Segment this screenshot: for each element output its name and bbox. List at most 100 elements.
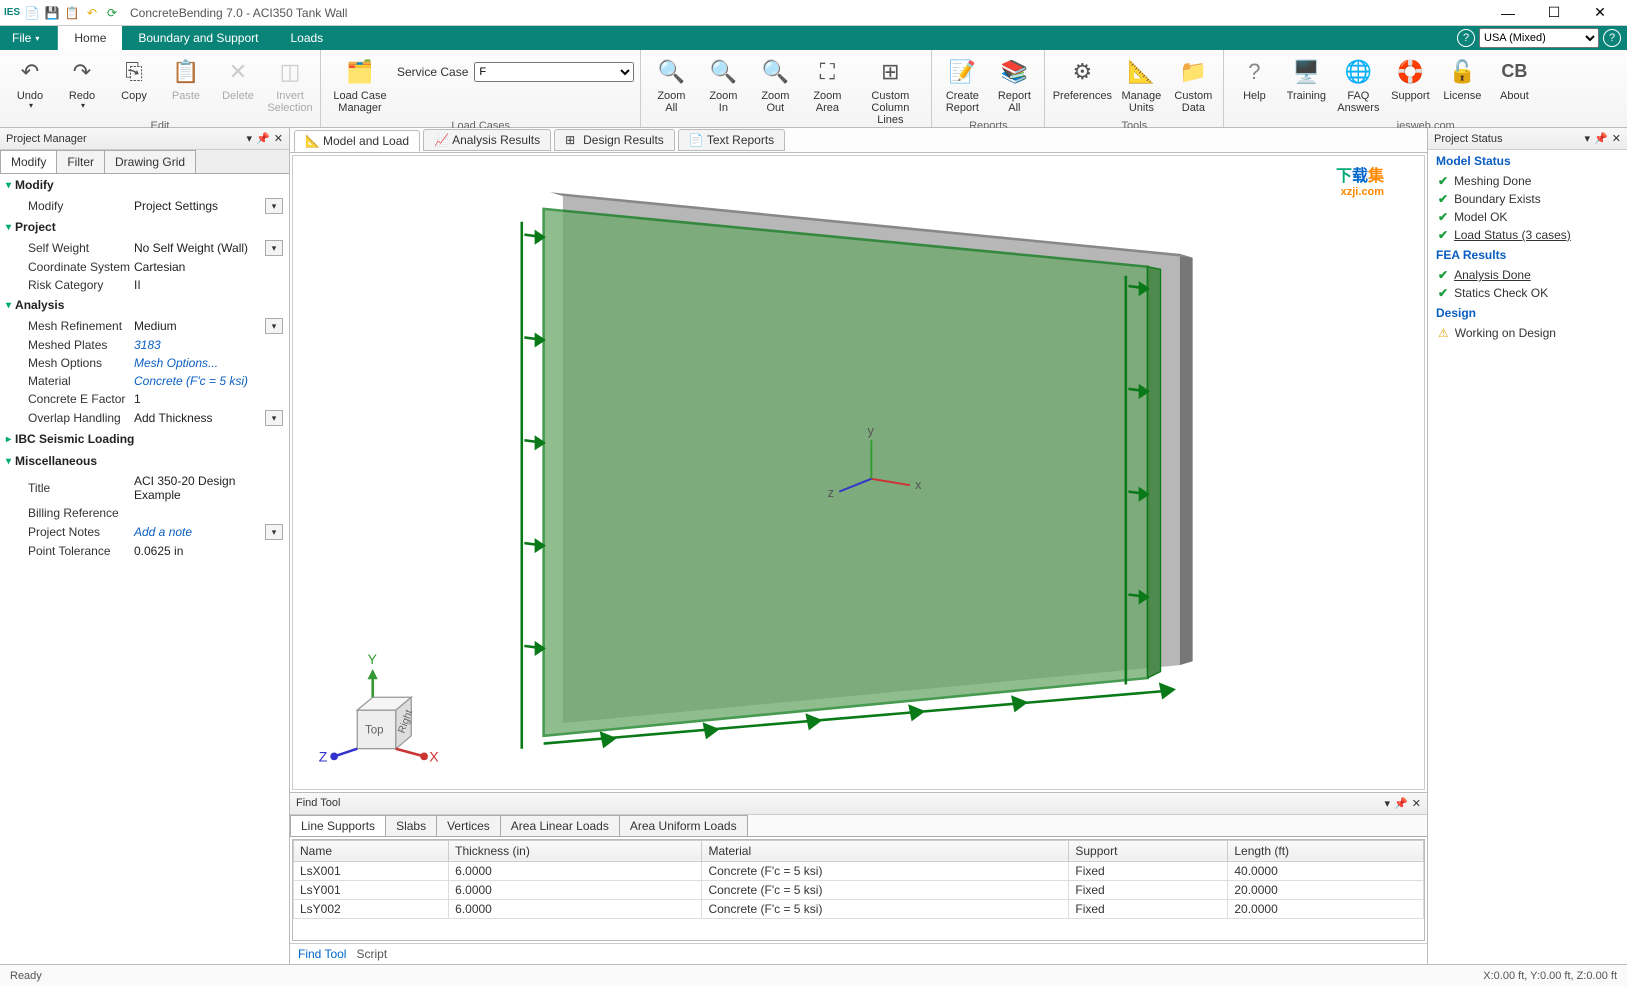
ps-close-icon[interactable]: ✕ bbox=[1612, 132, 1621, 145]
prop-value[interactable]: 1 bbox=[134, 392, 283, 406]
redo-button[interactable]: ↷Redo▾ bbox=[58, 52, 106, 115]
undo-button[interactable]: ↶Undo▾ bbox=[6, 52, 54, 115]
prop-row[interactable]: Meshed Plates3183 bbox=[0, 336, 289, 354]
prop-row[interactable]: TitleACI 350-20 Design Example bbox=[0, 472, 289, 504]
help-button[interactable]: ?Help bbox=[1230, 52, 1278, 106]
pm-tab-drawing-grid[interactable]: Drawing Grid bbox=[104, 150, 196, 173]
create-report-button[interactable]: 📝Create Report bbox=[938, 52, 986, 118]
zoom-out-button[interactable]: 🔍Zoom Out bbox=[751, 52, 799, 118]
prop-dropdown-button[interactable]: ▾ bbox=[265, 240, 283, 256]
panel-close-icon[interactable]: ✕ bbox=[274, 132, 283, 145]
status-item[interactable]: ✔Load Status (3 cases) bbox=[1428, 226, 1627, 244]
ft-tab-linear-loads[interactable]: Area Linear Loads bbox=[500, 815, 620, 836]
prop-row[interactable]: Risk CategoryII bbox=[0, 276, 289, 294]
units-select[interactable]: USA (Mixed) bbox=[1479, 28, 1599, 48]
prop-value[interactable]: 0.0625 in bbox=[134, 544, 283, 558]
prop-value[interactable]: Add Thickness bbox=[134, 411, 265, 425]
prop-dropdown-button[interactable]: ▾ bbox=[265, 198, 283, 214]
qat-new-icon[interactable]: 📄 bbox=[24, 5, 40, 21]
section-project[interactable]: Project bbox=[0, 216, 289, 238]
prop-row[interactable]: Mesh OptionsMesh Options... bbox=[0, 354, 289, 372]
view-tab-model[interactable]: 📐Model and Load bbox=[294, 130, 420, 152]
prop-row[interactable]: Mesh RefinementMedium▾ bbox=[0, 316, 289, 336]
ft-pin-icon[interactable]: 📌 bbox=[1394, 797, 1408, 810]
prop-value[interactable]: Mesh Options... bbox=[134, 356, 283, 370]
view-tab-text[interactable]: 📄Text Reports bbox=[678, 129, 785, 151]
manage-units-button[interactable]: 📐Manage Units bbox=[1117, 52, 1165, 118]
minimize-button[interactable]: — bbox=[1485, 1, 1531, 25]
section-misc[interactable]: Miscellaneous bbox=[0, 450, 289, 472]
tab-boundary[interactable]: Boundary and Support bbox=[122, 26, 274, 50]
ft-tab-line-supports[interactable]: Line Supports bbox=[290, 815, 386, 836]
table-row[interactable]: LsY0026.0000Concrete (F'c = 5 ksi)Fixed2… bbox=[294, 899, 1424, 918]
faq-button[interactable]: 🌐FAQ Answers bbox=[1334, 52, 1382, 118]
pm-tab-filter[interactable]: Filter bbox=[56, 150, 105, 173]
qat-report-icon[interactable]: 📋 bbox=[64, 5, 80, 21]
prop-row[interactable]: Point Tolerance0.0625 in bbox=[0, 542, 289, 560]
file-menu[interactable]: File bbox=[0, 26, 58, 50]
ps-pin-icon[interactable]: 📌 bbox=[1594, 132, 1608, 145]
table-row[interactable]: LsY0016.0000Concrete (F'c = 5 ksi)Fixed2… bbox=[294, 880, 1424, 899]
prop-row[interactable]: Concrete E Factor1 bbox=[0, 390, 289, 408]
ft-dropdown-icon[interactable]: ▾ bbox=[1385, 797, 1391, 810]
qat-redo-icon[interactable]: ⟳ bbox=[104, 5, 120, 21]
service-case-select[interactable]: F bbox=[474, 62, 634, 82]
table-header[interactable]: Support bbox=[1069, 840, 1228, 861]
tab-home[interactable]: Home bbox=[58, 26, 122, 50]
prop-value[interactable]: Concrete (F'c = 5 ksi) bbox=[134, 374, 283, 388]
prop-row[interactable]: ModifyProject Settings▾ bbox=[0, 196, 289, 216]
training-button[interactable]: 🖥️Training bbox=[1282, 52, 1330, 106]
custom-column-button[interactable]: ⊞Custom Column Lines bbox=[855, 52, 925, 130]
prop-row[interactable]: MaterialConcrete (F'c = 5 ksi) bbox=[0, 372, 289, 390]
prop-dropdown-button[interactable]: ▾ bbox=[265, 524, 283, 540]
prop-value[interactable]: Project Settings bbox=[134, 199, 265, 213]
table-header[interactable]: Thickness (in) bbox=[449, 840, 702, 861]
table-header[interactable]: Length (ft) bbox=[1228, 840, 1424, 861]
find-tool-grid[interactable]: NameThickness (in)MaterialSupportLength … bbox=[292, 839, 1425, 941]
bottom-tab-script[interactable]: Script bbox=[356, 947, 387, 961]
qat-undo-icon[interactable]: ↶ bbox=[84, 5, 100, 21]
3d-viewport[interactable]: 下载集xzji.com bbox=[292, 155, 1425, 790]
bottom-tab-find[interactable]: Find Tool bbox=[298, 947, 346, 961]
report-all-button[interactable]: 📚Report All bbox=[990, 52, 1038, 118]
prop-row[interactable]: Billing Reference bbox=[0, 504, 289, 522]
prop-dropdown-button[interactable]: ▾ bbox=[265, 318, 283, 334]
section-ibc[interactable]: IBC Seismic Loading bbox=[0, 428, 289, 450]
prop-row[interactable]: Coordinate SystemCartesian bbox=[0, 258, 289, 276]
prop-row[interactable]: Project NotesAdd a note▾ bbox=[0, 522, 289, 542]
prop-row[interactable]: Self WeightNo Self Weight (Wall)▾ bbox=[0, 238, 289, 258]
maximize-button[interactable]: ☐ bbox=[1531, 1, 1577, 25]
tab-loads[interactable]: Loads bbox=[274, 26, 339, 50]
view-tab-design[interactable]: ⊞Design Results bbox=[554, 129, 675, 151]
support-button[interactable]: 🛟Support bbox=[1386, 52, 1434, 106]
table-row[interactable]: LsX0016.0000Concrete (F'c = 5 ksi)Fixed4… bbox=[294, 861, 1424, 880]
ribbon-help-icon[interactable]: ? bbox=[1603, 29, 1621, 47]
ps-dropdown-icon[interactable]: ▾ bbox=[1585, 132, 1591, 145]
license-button[interactable]: 🔓License bbox=[1438, 52, 1486, 106]
help-icon[interactable]: ? bbox=[1457, 29, 1475, 47]
prop-dropdown-button[interactable]: ▾ bbox=[265, 410, 283, 426]
close-button[interactable]: ✕ bbox=[1577, 1, 1623, 25]
prop-value[interactable]: 3183 bbox=[134, 338, 283, 352]
panel-pin-icon[interactable]: 📌 bbox=[256, 132, 270, 145]
status-item[interactable]: ✔Analysis Done bbox=[1428, 266, 1627, 284]
section-modify[interactable]: Modify bbox=[0, 174, 289, 196]
prop-value[interactable]: Cartesian bbox=[134, 260, 283, 274]
pm-tab-modify[interactable]: Modify bbox=[0, 150, 57, 173]
zoom-in-button[interactable]: 🔍Zoom In bbox=[699, 52, 747, 118]
ft-tab-uniform-loads[interactable]: Area Uniform Loads bbox=[619, 815, 748, 836]
table-header[interactable]: Material bbox=[702, 840, 1069, 861]
ft-tab-slabs[interactable]: Slabs bbox=[385, 815, 437, 836]
about-button[interactable]: CBAbout bbox=[1490, 52, 1538, 106]
prop-value[interactable]: No Self Weight (Wall) bbox=[134, 241, 265, 255]
preferences-button[interactable]: ⚙Preferences bbox=[1051, 52, 1113, 106]
ft-tab-vertices[interactable]: Vertices bbox=[436, 815, 501, 836]
panel-dropdown-icon[interactable]: ▾ bbox=[247, 132, 253, 145]
qat-save-icon[interactable]: 💾 bbox=[44, 5, 60, 21]
prop-value[interactable]: Medium bbox=[134, 319, 265, 333]
prop-value[interactable]: Add a note bbox=[134, 525, 265, 539]
custom-data-button[interactable]: 📁Custom Data bbox=[1169, 52, 1217, 118]
loadcase-manager-button[interactable]: 🗂️Load Case Manager bbox=[327, 52, 393, 118]
section-analysis[interactable]: Analysis bbox=[0, 294, 289, 316]
ft-close-icon[interactable]: ✕ bbox=[1412, 797, 1421, 810]
